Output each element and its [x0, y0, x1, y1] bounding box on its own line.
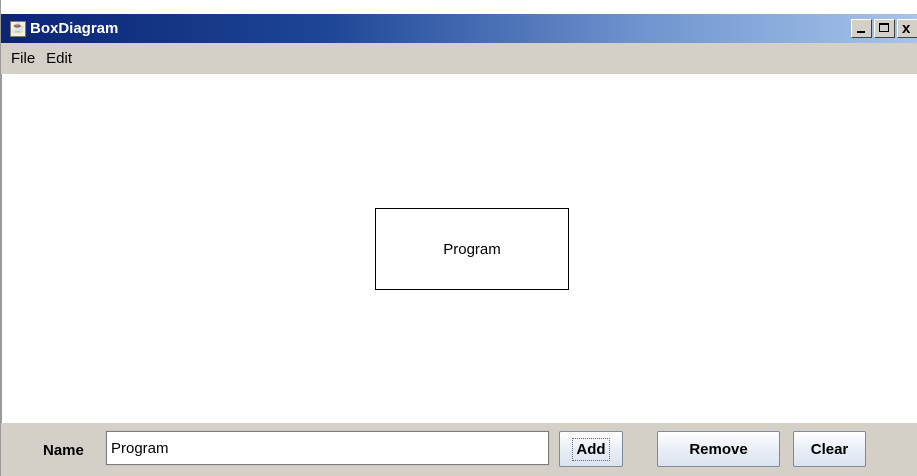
- clear-button[interactable]: Clear: [793, 431, 866, 467]
- close-icon: x: [902, 20, 911, 37]
- window-controls: x: [851, 19, 917, 38]
- menu-file[interactable]: File: [11, 50, 35, 67]
- menu-edit[interactable]: Edit: [46, 50, 72, 67]
- diagram-box-label: Program: [443, 240, 501, 258]
- control-panel: Name Add Remove Clear: [1, 423, 917, 476]
- name-label: Name: [43, 442, 84, 459]
- remove-button[interactable]: Remove: [657, 431, 780, 467]
- title-bar[interactable]: ☕ BoxDiagram x: [1, 0, 917, 43]
- add-button[interactable]: Add: [559, 431, 623, 467]
- close-button[interactable]: x: [897, 19, 917, 38]
- java-cup-icon[interactable]: ☕: [10, 20, 26, 37]
- name-input[interactable]: [105, 430, 550, 466]
- app-window: ☕ BoxDiagram x File Edit Program Name Pr…: [0, 0, 917, 476]
- maximize-icon: [879, 23, 889, 32]
- maximize-button[interactable]: [874, 19, 895, 38]
- window-title: BoxDiagram: [30, 20, 119, 37]
- minimize-button[interactable]: [851, 19, 872, 38]
- add-button-label: Add: [572, 437, 610, 461]
- minimize-icon: [857, 31, 865, 33]
- menu-bar: File Edit: [1, 43, 917, 74]
- diagram-canvas[interactable]: Program: [1, 74, 917, 423]
- diagram-box[interactable]: Program: [375, 208, 569, 290]
